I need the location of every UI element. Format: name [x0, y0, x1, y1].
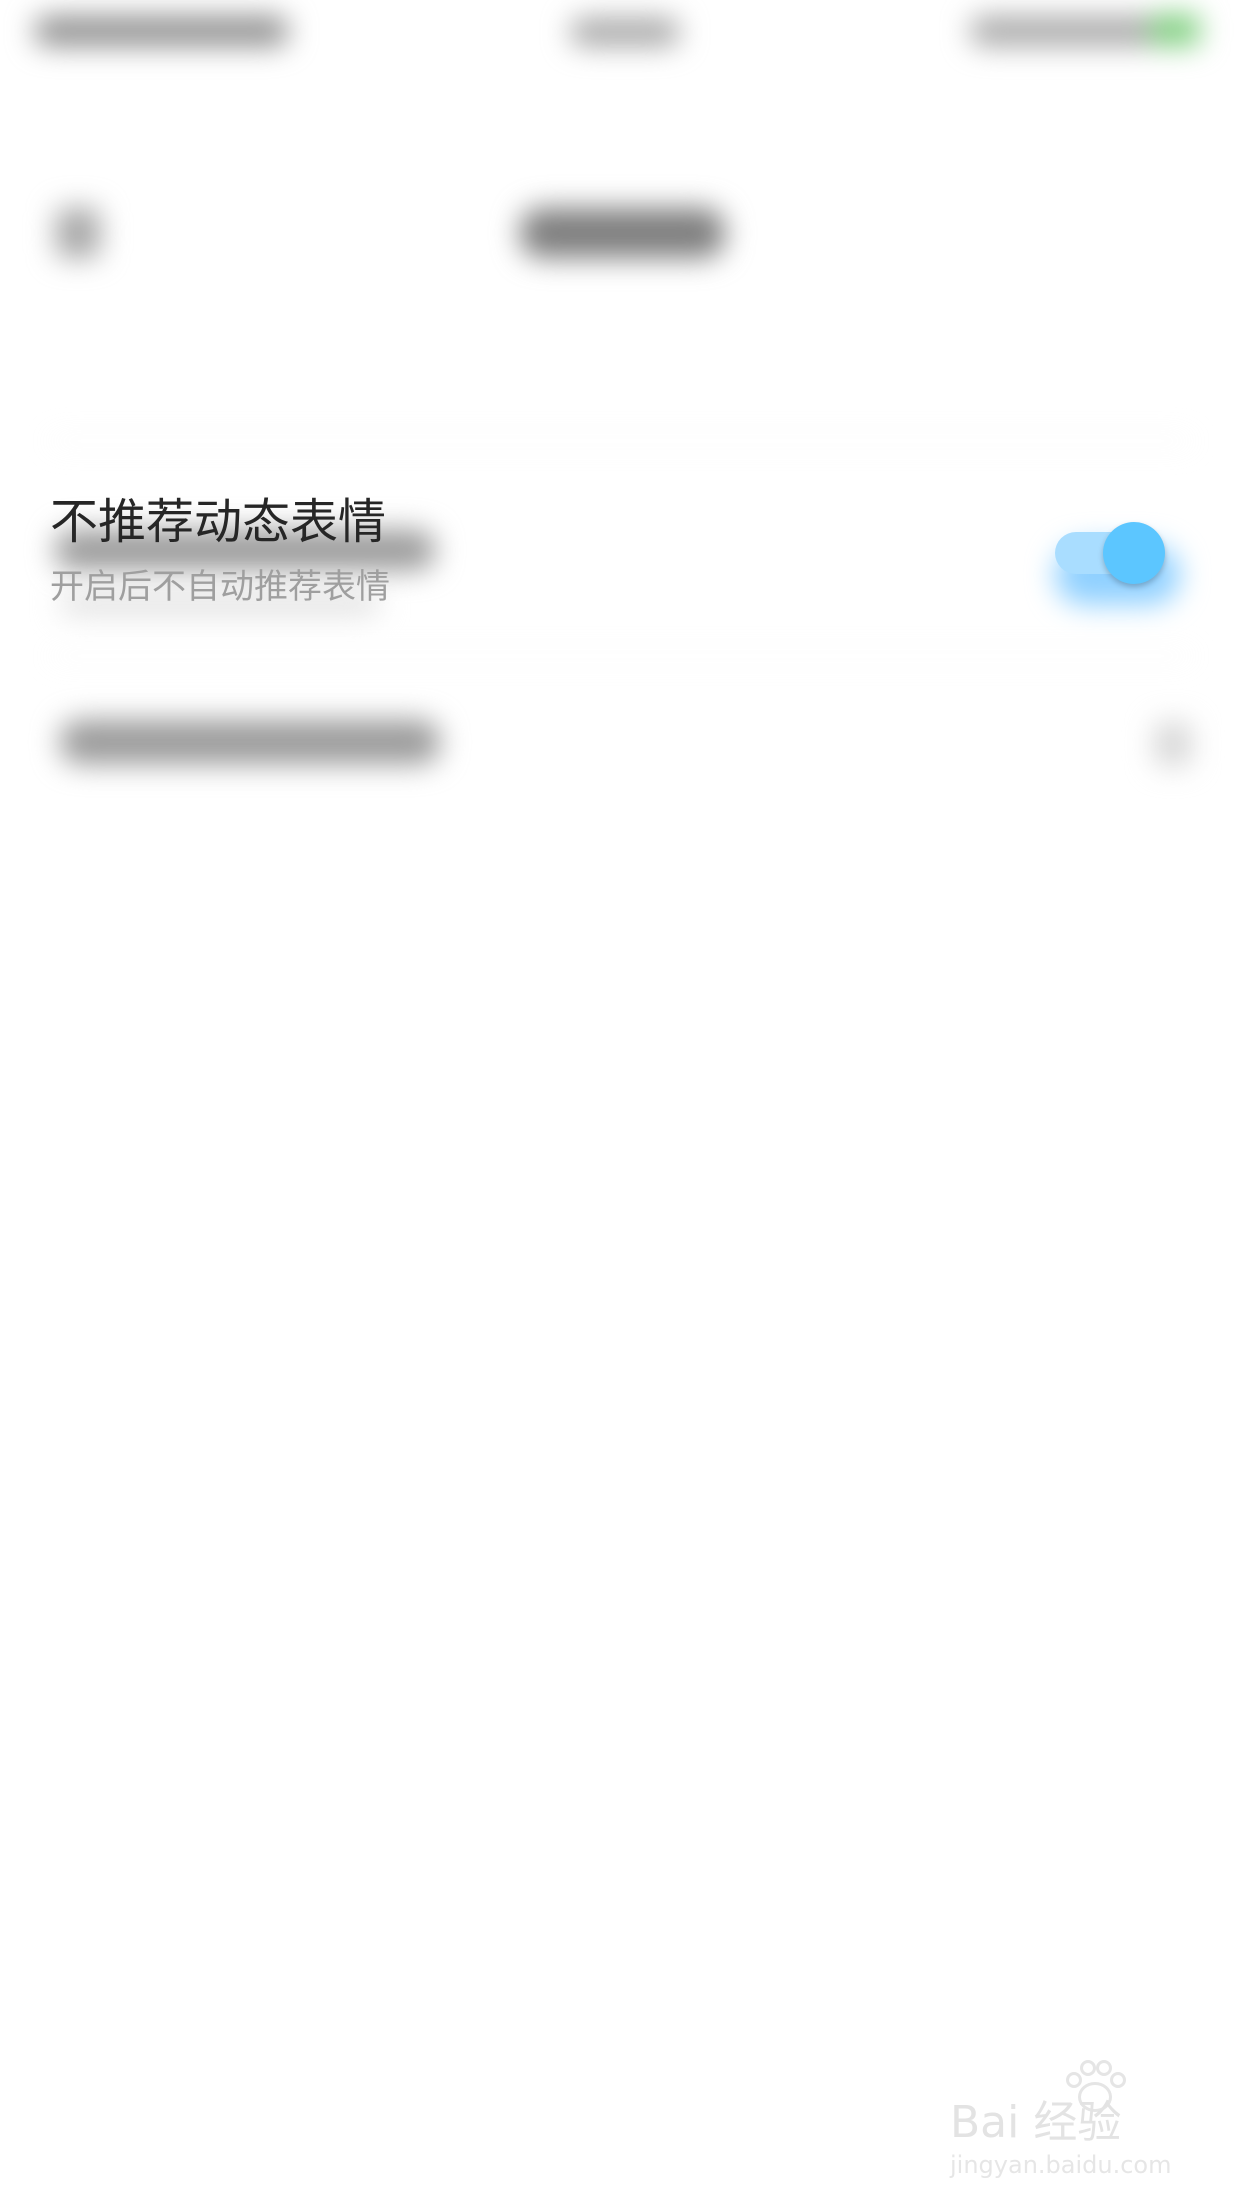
status-left-obscured	[34, 16, 289, 46]
toggle-switch[interactable]	[1055, 522, 1167, 584]
watermark-url: jingyan.baidu.com	[950, 2151, 1172, 2179]
battery-icon	[1150, 14, 1200, 46]
status-right-obscured	[970, 16, 1160, 46]
row-title-obscured	[60, 720, 440, 764]
setting-subtitle: 开启后不自动推荐表情	[50, 567, 390, 607]
navigation-bar	[0, 90, 1242, 258]
chevron-right-icon	[1155, 722, 1191, 766]
divider	[50, 655, 1192, 657]
watermark-logo: Bai 经验 jingyan.baidu.com	[950, 2060, 1190, 2185]
watermark-brand: Bai 经验	[950, 2097, 1122, 2148]
divider	[50, 440, 1192, 442]
status-time-obscured	[570, 18, 680, 46]
setting-title: 不推荐动态表情	[50, 494, 387, 550]
status-bar	[0, 0, 1242, 70]
toggle-knob	[1103, 522, 1165, 584]
settings-screen: 不推荐动态表情 开启后不自动推荐表情 Bai 经验 jingyan.baidu.…	[0, 0, 1242, 2208]
settings-row-obscured-1[interactable]	[0, 240, 1242, 616]
